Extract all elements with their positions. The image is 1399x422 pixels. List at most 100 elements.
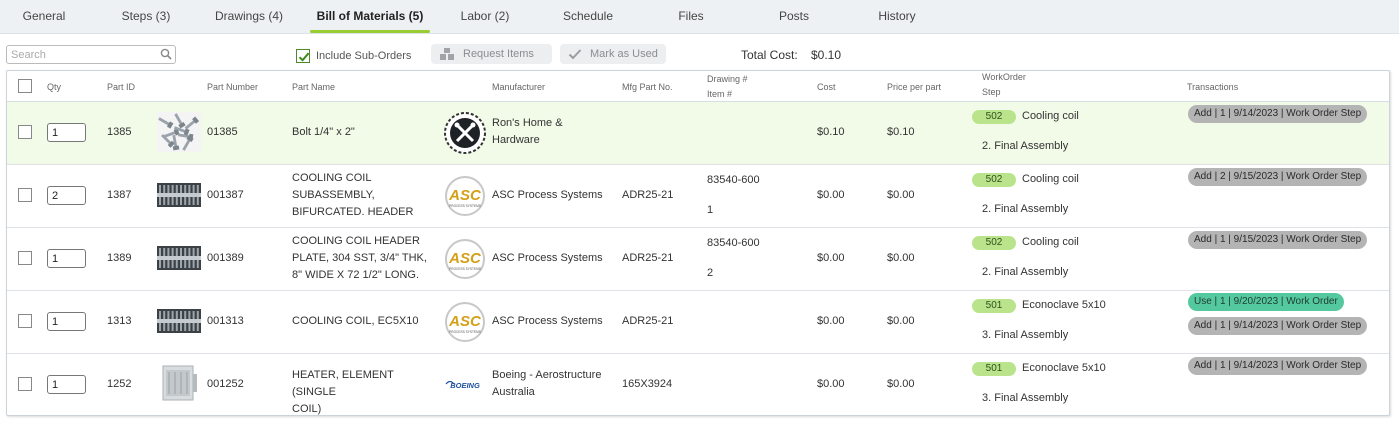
step-name[interactable]: 3. Final Assembly — [982, 390, 1068, 407]
table-row[interactable]: 1389 001389 COOLING COIL HEADER PLATE, 304 … — [7, 228, 1389, 291]
manufacturer-line: Australia — [492, 386, 535, 398]
col-workorder[interactable]: WorkOrder — [982, 71, 1026, 83]
mark-as-used-label: Mark as Used — [590, 48, 658, 60]
bolts-image[interactable] — [157, 112, 201, 152]
search-box[interactable] — [6, 45, 176, 64]
drawing-number[interactable]: 83540-600 — [707, 172, 760, 189]
coil-image[interactable] — [157, 301, 201, 341]
transaction-badge[interactable]: Add | 1 | 9/14/2023 | Work Order Step — [1188, 105, 1368, 123]
transaction-badge[interactable]: Add | 2 | 9/15/2023 | Work Order Step — [1188, 168, 1368, 186]
col-part-name[interactable]: Part Name — [292, 81, 335, 93]
row-checkbox[interactable] — [18, 314, 32, 328]
transaction-badge[interactable]: Use | 1 | 9/20/2023 | Work Order — [1188, 293, 1344, 311]
table-row[interactable]: 1387 001387 COOLING COIL SUBASSEMBLY, BIFURC… — [7, 165, 1389, 228]
svg-text:PROCESS SYSTEMS: PROCESS SYSTEMS — [449, 267, 481, 271]
col-part-number[interactable]: Part Number — [207, 81, 258, 93]
col-qty[interactable]: Qty — [47, 81, 61, 93]
part-name-line: BIFURCATED. HEADER — [292, 206, 414, 218]
request-items-button[interactable]: Request Items — [431, 44, 552, 64]
tab-general[interactable]: General — [4, 0, 84, 34]
cost: $0.00 — [817, 252, 845, 264]
qty-input[interactable] — [47, 312, 86, 331]
include-sub-orders-checkbox[interactable] — [296, 49, 310, 63]
cost: $0.00 — [817, 315, 845, 327]
col-cost[interactable]: Cost — [817, 81, 836, 93]
workorder-name[interactable]: Cooling coil — [1022, 234, 1079, 251]
transaction-badge[interactable]: Add | 1 | 9/15/2023 | Work Order Step — [1188, 231, 1368, 249]
workorder-badge[interactable]: 502 — [972, 236, 1016, 250]
workorder-badge[interactable]: 502 — [972, 110, 1016, 124]
part-name: COOLING COIL SUBASSEMBLY, BIFURCATED. HEAD… — [292, 170, 437, 221]
step-name[interactable]: 2. Final Assembly — [982, 201, 1068, 218]
table-row[interactable]: 1313 001313 COOLING COIL, EC5X10 ASCPROCESS… — [7, 291, 1389, 354]
col-part-id[interactable]: Part ID — [107, 81, 135, 93]
price-per-part: $0.00 — [887, 189, 915, 201]
part-name-line: COOLING COIL — [292, 172, 372, 184]
drawing-number[interactable]: 83540-600 — [707, 235, 760, 252]
include-sub-orders[interactable]: Include Sub-Orders — [296, 48, 411, 64]
tab-schedule[interactable]: Schedule — [548, 0, 628, 34]
row-checkbox[interactable] — [18, 188, 32, 202]
asc-logo: ASC PROCESS SYSTEMS — [442, 300, 488, 344]
mark-as-used-button[interactable]: Mark as Used — [560, 44, 666, 64]
tab-drawings[interactable]: Drawings (4) — [203, 0, 295, 34]
part-id: 1252 — [107, 378, 132, 390]
col-step[interactable]: Step — [982, 86, 1001, 98]
workorder-badge[interactable]: 502 — [972, 173, 1016, 187]
coil-image[interactable] — [157, 175, 201, 215]
part-name: COOLING COIL, EC5X10 — [292, 313, 437, 330]
cost: $0.00 — [817, 378, 845, 390]
manufacturer-line: ASC Process Systems — [492, 315, 603, 327]
col-mfg-part-no[interactable]: Mfg Part No. — [622, 81, 673, 93]
workorder-badge[interactable]: 501 — [972, 362, 1016, 376]
workorder-name[interactable]: Econoclave 5x10 — [1022, 360, 1106, 377]
tab-bar: General Steps (3) Drawings (4) Bill of Mate… — [0, 0, 1399, 34]
workorder-name[interactable]: Econoclave 5x10 — [1022, 297, 1106, 314]
part-number[interactable]: 001313 — [207, 313, 244, 330]
row-checkbox[interactable] — [18, 377, 32, 391]
workorder-name[interactable]: Cooling coil — [1022, 171, 1079, 188]
tab-posts[interactable]: Posts — [760, 0, 828, 34]
svg-text:PROCESS SYSTEMS: PROCESS SYSTEMS — [449, 204, 481, 208]
col-item[interactable]: Item # — [707, 88, 732, 100]
coil-image[interactable] — [157, 238, 201, 278]
search-icon[interactable] — [160, 48, 172, 60]
col-transactions[interactable]: Transactions — [1187, 81, 1238, 93]
part-number[interactable]: 001387 — [207, 187, 244, 204]
tab-labor[interactable]: Labor (2) — [445, 0, 525, 34]
svg-text:ASC: ASC — [448, 187, 482, 204]
step-name[interactable]: 2. Final Assembly — [982, 264, 1068, 281]
step-name[interactable]: 2. Final Assembly — [982, 138, 1068, 155]
select-all-checkbox[interactable] — [18, 79, 32, 93]
transaction-badge[interactable]: Add | 1 | 9/14/2023 | Work Order Step — [1188, 317, 1368, 335]
include-sub-orders-label: Include Sub-Orders — [316, 50, 412, 62]
manufacturer-line: Hardware — [492, 134, 540, 146]
manufacturer-line: ASC Process Systems — [492, 189, 603, 201]
heater-image[interactable] — [157, 364, 201, 404]
part-number[interactable]: 001389 — [207, 250, 244, 267]
qty-input[interactable] — [47, 249, 86, 268]
col-manufacturer[interactable]: Manufacturer — [492, 81, 545, 93]
row-checkbox[interactable] — [18, 125, 32, 139]
workorder-badge[interactable]: 501 — [972, 299, 1016, 313]
row-checkbox[interactable] — [18, 251, 32, 265]
search-input[interactable] — [7, 46, 152, 63]
tab-files[interactable]: Files — [654, 0, 728, 34]
col-price-per-part[interactable]: Price per part — [887, 81, 941, 93]
part-number[interactable]: 01385 — [207, 124, 238, 141]
tab-bill-of-materials[interactable]: Bill of Materials (5) — [310, 0, 430, 34]
part-id: 1313 — [107, 315, 132, 327]
table-row[interactable]: 1252 001252 HEATER, ELEMENT (SINGLE COIL) BO… — [7, 354, 1389, 415]
qty-input[interactable] — [47, 123, 86, 142]
qty-input[interactable] — [47, 375, 86, 394]
workorder-name[interactable]: Cooling coil — [1022, 108, 1079, 125]
tab-steps[interactable]: Steps (3) — [106, 0, 186, 34]
tab-history[interactable]: History — [855, 0, 939, 34]
table-row[interactable]: 1385 01385 Bolt 1/4" x 2" Ron's Home & Hardw… — [7, 102, 1389, 165]
qty-input[interactable] — [47, 186, 86, 205]
transaction-badge[interactable]: Add | 1 | 9/14/2023 | Work Order Step — [1188, 357, 1368, 375]
step-name[interactable]: 3. Final Assembly — [982, 327, 1068, 344]
col-drawing[interactable]: Drawing # — [707, 73, 748, 85]
mfg-part-no: ADR25-21 — [622, 315, 674, 327]
part-number[interactable]: 001252 — [207, 376, 244, 393]
